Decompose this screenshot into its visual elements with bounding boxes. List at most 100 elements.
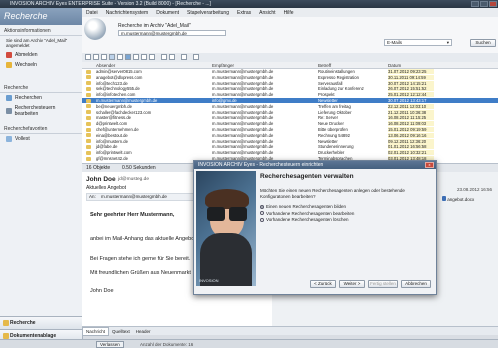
nav-recherche[interactable]: Recherche [0,316,82,329]
cell-subject: Lieferung Oktober [318,109,352,115]
table-row[interactable]: sek@technology555.de m.mustermann@musterg… [82,86,498,92]
view-icon[interactable] [125,54,131,60]
cell-sender: d@printwelt.com [96,121,128,127]
filter-icon[interactable] [133,54,139,60]
mail-icon[interactable] [109,54,115,60]
menu-batch[interactable]: Stapelverarbeitung [183,8,233,17]
menu-view[interactable]: Ansicht [255,8,279,17]
cell-subject: Einladung zur Konferenz [318,86,364,92]
sidebar-item-logout[interactable]: Abmelden [0,50,82,60]
sidebar-item-switch[interactable]: Wechseln [0,60,82,70]
login-info: Sie sind am Archiv "Adel_Mail" angemelde… [6,38,68,48]
search-button[interactable]: Suchen [470,39,496,47]
logout-icon [6,52,12,58]
cell-date: 30.11.2011 09:14:59 [388,74,434,80]
table-row[interactable]: chef@unternehmen.de m.mustermann@mustergm… [82,127,498,132]
radio-unselected[interactable] [260,217,264,222]
close-icon[interactable]: x [425,162,434,168]
sidebar-item-edit-searches[interactable]: Recherchesteuern bearbeiten [0,103,82,119]
sidebar-item-favorite[interactable]: Vollest [0,134,82,144]
forward-icon[interactable] [117,54,123,60]
column-header-sender[interactable]: Absender [96,63,115,68]
envelope-icon [86,92,91,97]
print-icon[interactable] [141,54,147,60]
back-button[interactable]: < Zurück [310,280,336,288]
cell-recipient: m.mustermann@mustergmbh.de [212,121,274,127]
results-table: Absender Empfänger Betreff Datum admin@s… [82,62,498,163]
message-date: 23.08.2012 16:56 [456,187,492,192]
menu-document[interactable]: Dokument [152,8,183,17]
cell-date: 13.06.2012 09:16:16 [388,132,434,138]
next-button[interactable]: Weiter > [339,280,365,288]
to-label: An: [89,194,96,199]
cell-sender: admin@server0815.com [96,69,142,74]
envelope-icon [86,69,91,74]
cell-date: 21.12.2011 10:36:38 [388,109,434,115]
radio-unselected[interactable] [260,211,264,216]
cell-sender: sek@technology555.de [96,86,140,92]
save-icon[interactable] [101,54,107,60]
menu-extras[interactable]: Extras [233,8,255,17]
table-row[interactable]: info@infotechen.com m.mustermann@mustergm… [82,92,498,98]
cell-sender: master@fitness.de [96,115,131,121]
column-header-recipient[interactable]: Empfänger [212,63,234,68]
finish-button[interactable]: Fertig stellen [368,280,398,288]
cell-subject: Re: Server [318,115,339,121]
envelope-icon [86,127,91,132]
help-icon[interactable] [193,54,199,60]
cell-date: 16.08.2012 11:09:03 [388,121,434,127]
cell-subject: Stundenerinnerung [318,144,354,150]
close-window-button[interactable] [489,1,497,7]
table-row[interactable]: jd@fabe.de m.mustermann@mustergmbh.de Stun… [82,144,498,150]
tab-source[interactable]: Quelltext [109,328,133,335]
table-row[interactable]: be@neuergmbh.de m.mustermann@mustergmbh.d… [82,103,498,109]
cell-recipient: m.mustermann@mustergmbh.de [212,132,274,138]
sidebar-item-label: Wechseln [15,62,37,68]
sidebar-item-searches[interactable]: Recherchen [0,93,82,103]
attachment-name: angebot.docx [447,197,475,202]
table-row[interactable]: info@tech123.de m.mustermann@mustergmbh.d… [82,80,498,86]
option-delete-agent[interactable]: Vorhandene Recherchesagenten löschen [260,217,432,224]
cell-recipient: m.mustermann@mustergmbh.de [212,80,274,86]
table-row[interactable]: d@printwelt.com m.mustermann@mustergmbh.d… [82,121,498,127]
settings-icon[interactable] [181,54,187,60]
menu-datei[interactable]: Datei [82,8,102,17]
column-header-subject[interactable]: Betreff [318,63,331,68]
maximize-button[interactable] [480,1,488,7]
table-row[interactable]: admin@server0815.com m.mustermann@musterg… [82,69,498,74]
tab-message[interactable]: Nachricht [82,327,110,336]
export-icon[interactable] [149,54,155,60]
nav-label: Recherche [10,320,36,326]
table-row[interactable]: schaller@fachdecker123.com m.mustermann@m… [82,109,498,115]
table-row[interactable]: info@mustern.de m.mustermann@mustergmbh.d… [82,138,498,144]
attachment-item[interactable]: angebot.docx [442,196,474,202]
table-row[interactable]: m.mustermann@mustergmbh.de info@gmx.de New… [82,98,498,104]
table-row[interactable]: anagebot@dlxpress.com m.mustermann@muster… [82,74,498,80]
delete-icon[interactable] [169,54,175,60]
sidebar-item-label: Vollest [15,136,30,142]
cell-recipient: m.mustermann@mustergmbh.de [212,150,274,156]
preview-tabs: Nachricht Quelltext Header [82,326,498,336]
minimize-button[interactable] [471,1,479,7]
column-header-date[interactable]: Datum [388,63,401,68]
tab-header[interactable]: Header [133,328,154,335]
recipient-field[interactable]: m.mustermann@mustergmbh.de [118,30,226,36]
pdf-icon[interactable] [161,54,167,60]
envelope-icon [86,110,91,115]
new-icon[interactable] [85,54,91,60]
radio-selected[interactable] [260,204,264,209]
sidebar-item-label: Recherchen [15,95,42,101]
filter-select[interactable]: E-Mails ▾ [384,39,452,46]
table-row[interactable]: master@fitness.de m.mustermann@mustergmbh… [82,115,498,121]
table-row[interactable]: eina@bestout.de m.mustermann@mustergmbh.d… [82,132,498,138]
binoculars-photo: INVOSION [196,171,256,286]
sidebar-item-label: Recherchesteuern bearbeiten [14,105,56,117]
query-time: 0.50 Sekunden [122,165,156,171]
cell-sender: info@mustern.de [96,138,128,144]
menu-messaging[interactable]: Nachrichtensystem [102,8,153,17]
menu-help[interactable]: Hilfe [280,8,298,17]
envelope-icon [86,81,91,86]
table-row[interactable]: info@printwelt.com m.mustermann@mustergmb… [82,150,498,156]
cancel-button[interactable]: Abbrechen [401,280,431,288]
open-icon[interactable] [93,54,99,60]
